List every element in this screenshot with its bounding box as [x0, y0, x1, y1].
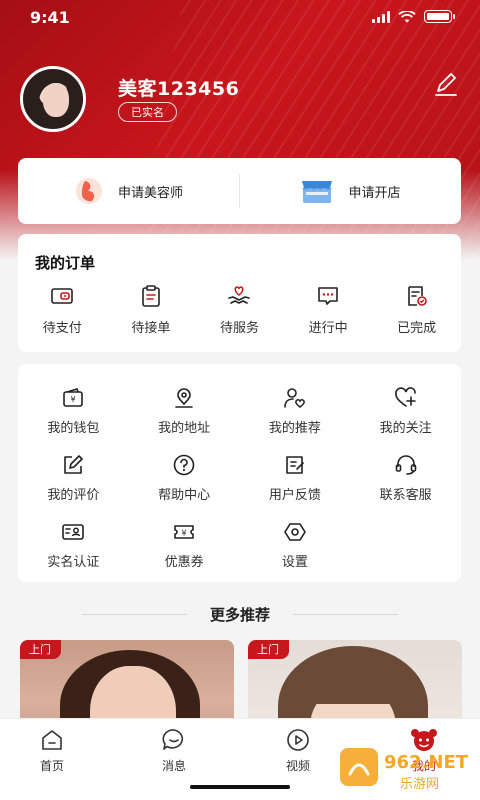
tool-grid: ¥ 我的钱包 我的地址 我的推荐 我的关注 我的评价 帮助中心 用户反馈 联系客…	[18, 386, 461, 572]
order-in-progress[interactable]: 进行中	[284, 284, 373, 336]
feedback-icon	[286, 456, 304, 474]
order-pending-payment[interactable]: 待支付	[18, 284, 107, 336]
tab-label: 首页	[39, 759, 64, 773]
apply-card: 申请美容师 申请开店	[18, 158, 461, 224]
tool-label: 优惠券	[164, 555, 204, 570]
video-icon	[287, 729, 309, 751]
site-watermark: 962.NET 乐游网	[338, 744, 474, 794]
svg-text:¥: ¥	[71, 395, 76, 404]
tool-label: 我的推荐	[268, 421, 321, 436]
status-time: 9:41	[30, 8, 70, 27]
order-item-label: 待服务	[219, 321, 259, 336]
order-item-label: 进行中	[308, 321, 348, 336]
battery-icon	[424, 10, 455, 23]
more-recommend-title: 更多推荐	[209, 606, 270, 624]
tool-review[interactable]: 我的评价	[18, 453, 129, 505]
watermark-text: 962.NET	[384, 752, 469, 773]
clipboard-icon	[142, 285, 160, 307]
status-icons	[372, 10, 455, 23]
profile-header: 美客123456 已实名	[20, 66, 460, 136]
home-service-tag: 上门	[248, 640, 289, 659]
watermark-subtext: 乐游网	[400, 777, 439, 792]
location-icon	[175, 388, 193, 408]
tool-label: 实名认证	[47, 555, 100, 570]
tool-label: 设置	[281, 555, 308, 570]
tool-real-name[interactable]: 实名认证	[18, 520, 129, 572]
home-service-tag: 上门	[20, 640, 61, 659]
home-icon	[42, 730, 62, 750]
order-item-label: 待支付	[42, 321, 82, 336]
headset-icon	[395, 455, 416, 475]
tool-label: 用户反馈	[268, 488, 321, 503]
apply-shop-label: 申请开店	[348, 185, 401, 201]
home-indicator	[190, 785, 290, 789]
tool-feedback[interactable]: 用户反馈	[240, 453, 351, 505]
settings-hex-icon	[284, 523, 306, 541]
tool-help[interactable]: 帮助中心	[129, 453, 240, 505]
tool-recommend[interactable]: 我的推荐	[240, 386, 351, 438]
tool-follow[interactable]: 我的关注	[350, 386, 461, 438]
order-pending-service[interactable]: 待服务	[195, 284, 284, 336]
coupon-icon: ¥	[174, 525, 194, 539]
more-divider-right	[293, 614, 398, 615]
order-item-label: 已完成	[397, 321, 437, 336]
tool-customer-service[interactable]: 联系客服	[350, 453, 461, 505]
wifi-icon	[398, 10, 416, 22]
username: 美客123456	[118, 78, 240, 100]
orders-title: 我的订单	[35, 254, 96, 272]
tool-address[interactable]: 我的地址	[129, 386, 240, 438]
apply-beautician-button[interactable]: 申请美容师	[18, 158, 239, 224]
order-pending-accept[interactable]: 待接单	[107, 284, 196, 336]
orders-card: 我的订单 待支付 待接单 待服务 进行中 已完成	[18, 234, 461, 352]
purse-icon: ¥	[63, 388, 84, 407]
hand-heart-icon	[228, 286, 251, 304]
verified-badge: 已实名	[118, 102, 177, 122]
order-completed[interactable]: 已完成	[372, 284, 461, 336]
tool-label: 我的地址	[158, 421, 211, 436]
beautician-icon	[75, 178, 102, 204]
signal-icon	[372, 10, 390, 23]
tool-label: 我的评价	[47, 488, 100, 503]
tab-label: 消息	[161, 759, 186, 773]
message-icon	[162, 729, 184, 750]
avatar[interactable]	[20, 66, 102, 132]
tool-label: 联系客服	[379, 488, 432, 503]
pen-square-icon	[64, 455, 84, 474]
tool-label: 帮助中心	[158, 488, 211, 503]
id-card-icon	[62, 524, 85, 540]
doc-check-icon	[407, 286, 427, 306]
edit-icon[interactable]	[432, 70, 460, 98]
tool-label: 我的关注	[379, 421, 432, 436]
svg-text:¥: ¥	[182, 529, 187, 538]
order-item-label: 待接单	[131, 321, 171, 336]
status-bar: 9:41	[0, 0, 480, 36]
tool-wallet[interactable]: ¥ 我的钱包	[18, 386, 129, 438]
tab-video[interactable]: 视频	[258, 727, 338, 774]
apply-shop-button[interactable]: 申请开店	[240, 158, 461, 224]
tool-settings[interactable]: 设置	[240, 520, 351, 572]
tab-messages[interactable]: 消息	[134, 727, 214, 774]
tab-label: 视频	[285, 759, 310, 773]
question-icon	[173, 454, 195, 476]
shop-icon	[302, 181, 333, 203]
chat-dots-icon	[318, 287, 338, 305]
heart-plus-icon	[394, 387, 416, 407]
order-status-row: 待支付 待接单 待服务 进行中 已完成	[18, 284, 461, 336]
tool-label: 我的钱包	[47, 421, 100, 436]
tools-card: ¥ 我的钱包 我的地址 我的推荐 我的关注 我的评价 帮助中心 用户反馈 联系客…	[18, 364, 461, 582]
wallet-icon	[51, 288, 74, 304]
user-heart-icon	[284, 388, 305, 408]
apply-beautician-label: 申请美容师	[117, 185, 183, 201]
tab-home[interactable]: 首页	[12, 727, 92, 774]
tool-coupon[interactable]: ¥ 优惠券	[129, 520, 240, 572]
